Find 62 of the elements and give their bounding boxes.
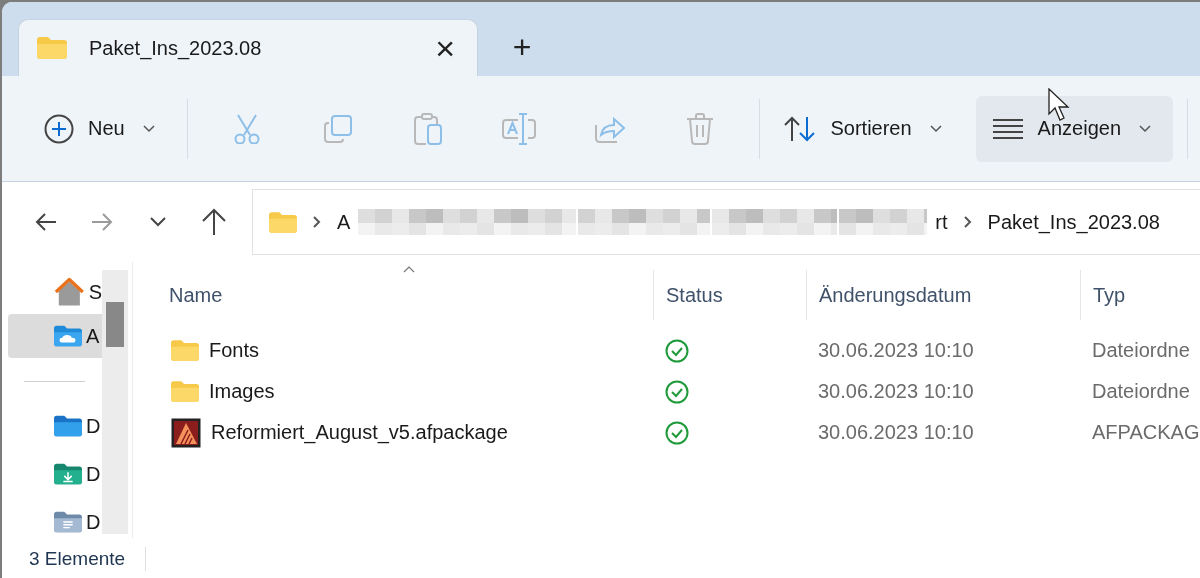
window-tab[interactable]: Paket_Ins_2023.08 × — [18, 19, 478, 76]
rename-icon — [501, 112, 536, 145]
sort-caret-icon — [403, 266, 415, 273]
sidebar-item[interactable]: A — [8, 314, 102, 358]
documents-folder-icon — [54, 511, 82, 533]
arrow-left-icon — [35, 212, 57, 232]
sort-arrows-icon — [784, 115, 817, 142]
home-icon — [54, 277, 85, 307]
plus-circle-icon — [44, 113, 74, 144]
chevron-right-icon — [963, 216, 972, 228]
folder-icon — [171, 340, 199, 361]
sidebar-item[interactable]: S — [8, 270, 102, 314]
sort-button[interactable]: Sortieren — [774, 95, 960, 162]
file-name[interactable]: Images — [153, 380, 653, 403]
chevron-right-icon — [313, 216, 321, 228]
breadcrumb-item[interactable]: Paket_Ins_2023.08 — [987, 210, 1160, 234]
file-name[interactable]: Reformiert_August_v5.afpackage — [153, 417, 653, 448]
column-header[interactable]: Name — [153, 270, 653, 320]
desktop-folder-icon — [54, 415, 82, 437]
type-cell-text: Dateiordne — [1091, 339, 1191, 362]
column-header[interactable]: Typ — [1080, 270, 1200, 320]
view-button[interactable]: Anzeigen — [975, 95, 1173, 162]
close-tab-button[interactable]: × — [435, 31, 455, 65]
download-folder-icon — [54, 463, 82, 485]
type-cell-text: AFPACKAG — [1091, 421, 1200, 444]
new-button[interactable]: Neu — [34, 95, 173, 162]
share-icon — [594, 114, 625, 143]
folder-icon — [269, 211, 297, 233]
cloud-folder-icon — [54, 325, 82, 347]
date-cell-text: 30.06.2023 10:10 — [817, 421, 975, 444]
type-cell-text: Dateiordne — [1091, 380, 1191, 403]
file-name[interactable]: Fonts — [153, 339, 653, 362]
scissors-icon — [233, 113, 261, 144]
clipboard-icon — [414, 112, 443, 145]
item-count: 3 Elemente — [29, 548, 126, 570]
address-bar[interactable]: A rt Paket_Ins_2023.08 — [252, 189, 1200, 255]
scrollbar-thumb[interactable] — [106, 302, 124, 347]
column-header[interactable]: Änderungsdatum — [806, 270, 1080, 320]
new-tab-button[interactable]: + — [492, 19, 552, 76]
arrow-up-icon — [201, 208, 227, 236]
chevron-down-icon — [142, 124, 155, 133]
sidebar-item[interactable]: D — [8, 404, 102, 448]
chevron-down-icon — [929, 124, 942, 133]
chevron-down-icon — [1139, 124, 1151, 133]
folder-icon — [171, 381, 199, 402]
copy-icon — [323, 114, 352, 143]
list-view-icon — [991, 117, 1024, 140]
chevron-down-icon — [150, 217, 166, 227]
date-cell-text: 30.06.2023 10:10 — [817, 380, 975, 403]
sidebar-item[interactable]: D — [8, 500, 102, 544]
column-header[interactable]: Status — [653, 270, 806, 320]
arrow-right-icon — [91, 212, 113, 232]
breadcrumb-item[interactable]: A — [337, 210, 351, 234]
tab-title: Paket_Ins_2023.08 — [89, 36, 263, 60]
sidebar-item[interactable]: D — [8, 452, 102, 496]
breadcrumb-item[interactable]: rt — [935, 210, 948, 234]
scrollbar[interactable] — [102, 270, 128, 534]
trash-icon — [686, 112, 715, 145]
mouse-cursor-icon — [1048, 88, 1072, 122]
package-file-icon — [171, 417, 201, 448]
folder-icon — [37, 37, 67, 59]
date-cell-text: 30.06.2023 10:10 — [817, 339, 975, 362]
